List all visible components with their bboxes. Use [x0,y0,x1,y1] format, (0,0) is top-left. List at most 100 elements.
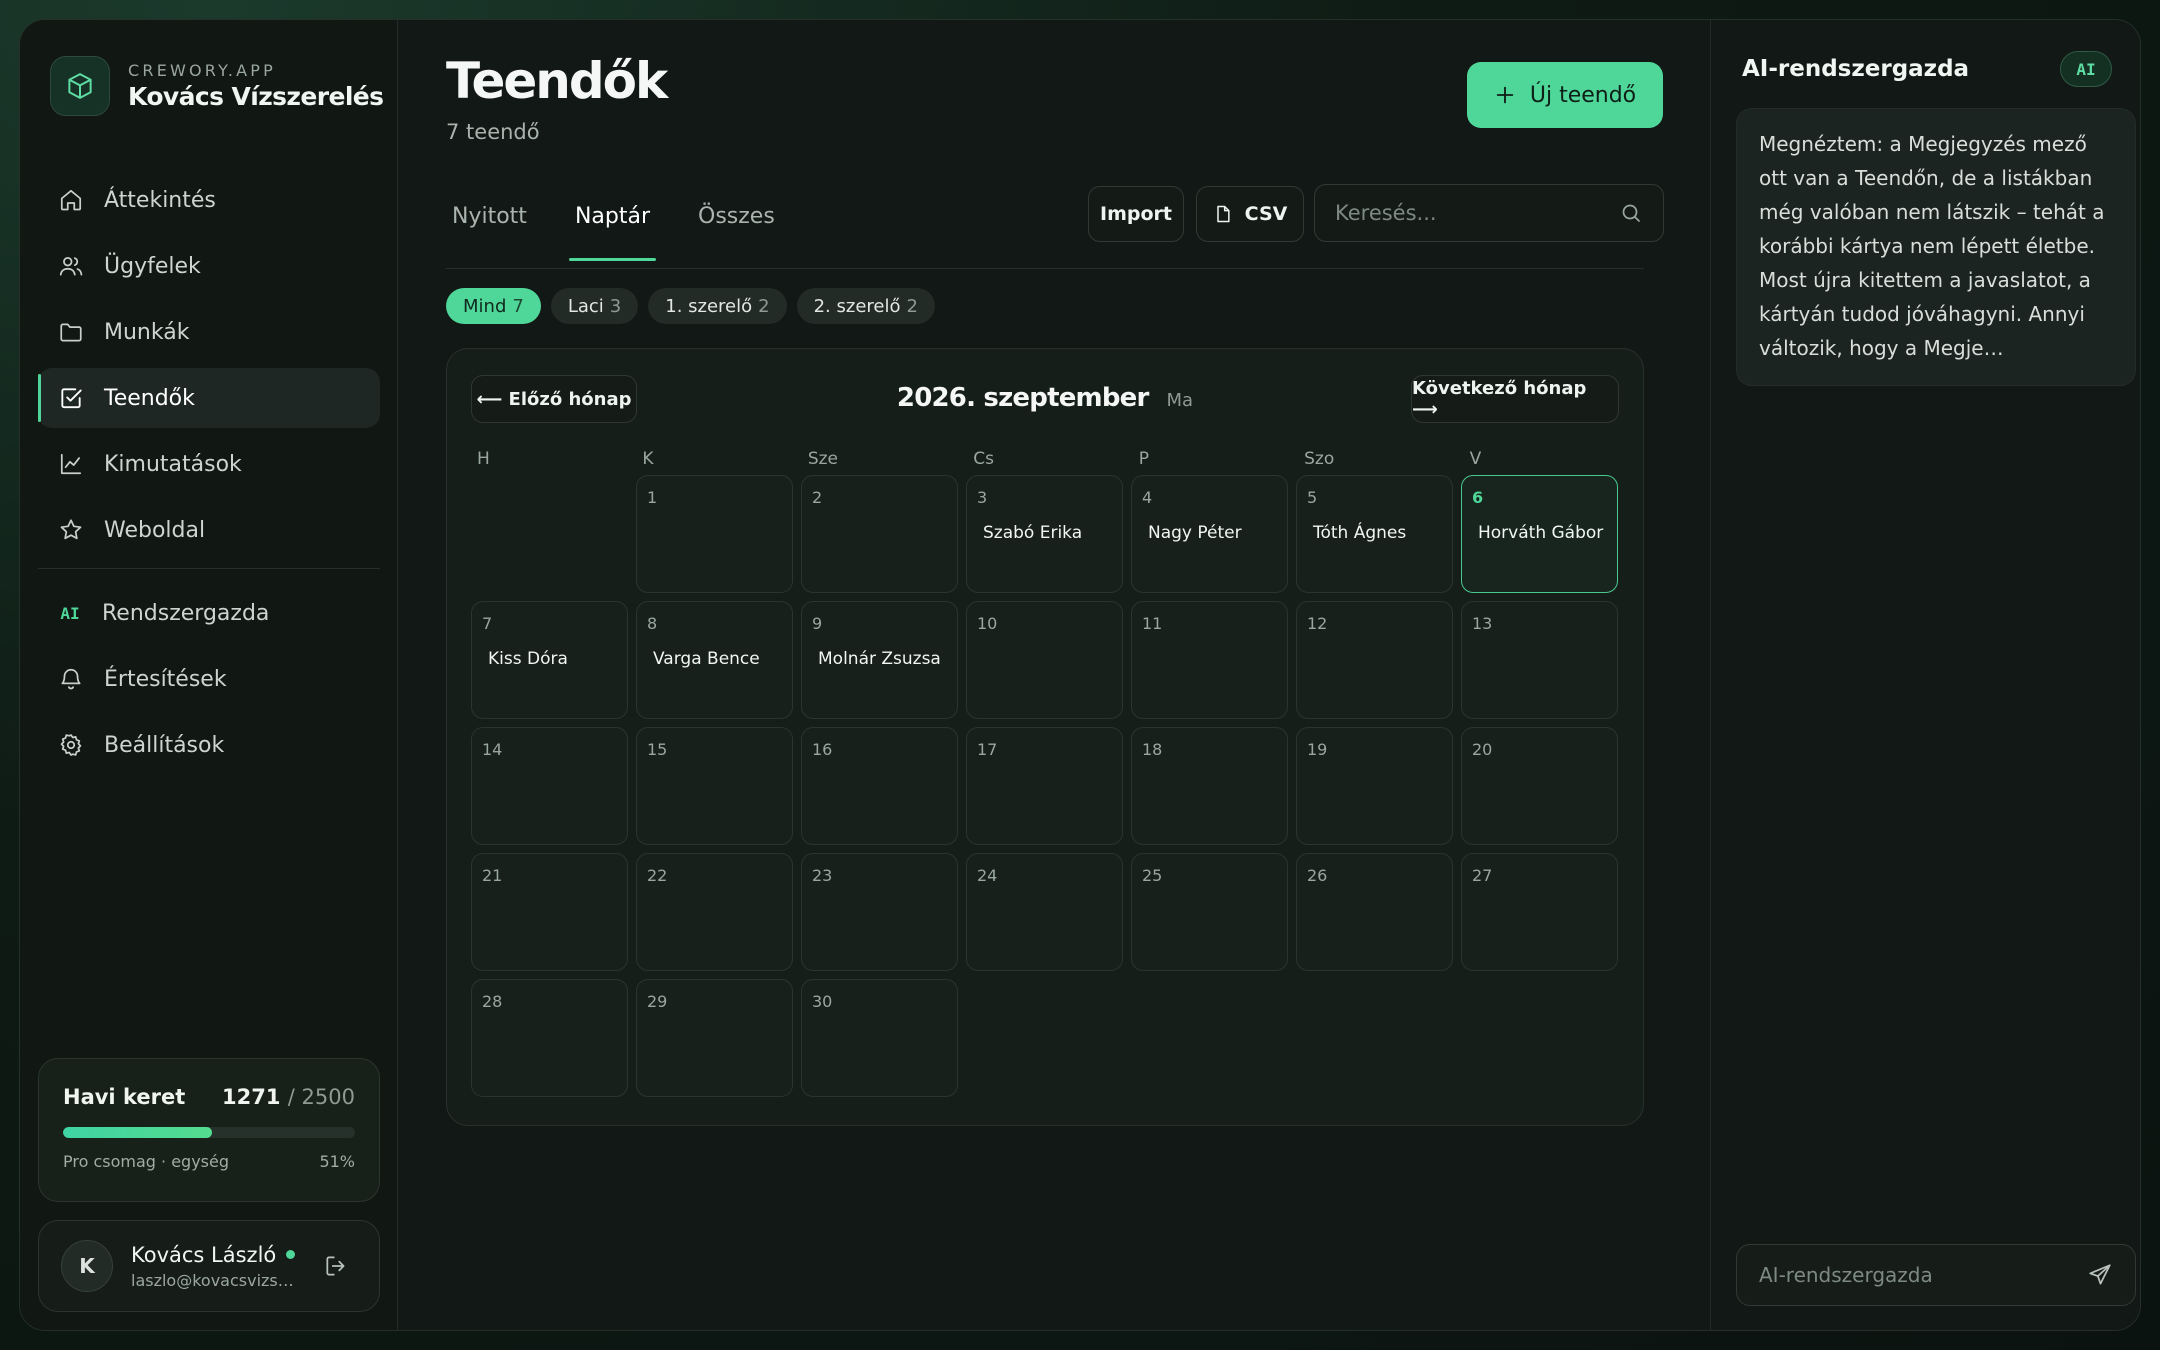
bell-icon [61,668,81,690]
tab-nyitott[interactable]: Nyitott [446,204,533,261]
filter-chip-laci[interactable]: Laci 3 [550,288,639,324]
quota-count: 1271 / 2500 [222,1085,355,1109]
calendar-day[interactable]: 28 [471,979,628,1097]
calendar-day[interactable]: 22 [636,853,793,971]
calendar-day[interactable]: 13 [1461,601,1618,719]
calendar-day[interactable]: 10 [966,601,1123,719]
day-number: 29 [647,992,668,1011]
ai-panel-title: AI-rendszergazda [1742,56,1970,82]
day-number: 3 [977,488,988,507]
home-icon [60,189,82,211]
user-card[interactable]: K Kovács László laszlo@kovacsvizsz... [38,1220,380,1312]
calendar-day[interactable]: 26 [1296,853,1453,971]
day-number: 13 [1472,614,1493,633]
import-button[interactable]: Import [1088,186,1184,242]
chip-label: 2. szerelő [813,295,901,317]
day-number: 21 [482,866,503,885]
logout-icon[interactable] [323,1253,349,1279]
search-icon[interactable] [1619,201,1643,225]
send-icon[interactable] [2087,1262,2113,1288]
tabs-divider [446,268,1644,269]
calendar-day[interactable]: 29 [636,979,793,1097]
calendar-day[interactable]: 20 [1461,727,1618,845]
folder-icon [60,323,82,342]
calendar-day[interactable]: 12 [1296,601,1453,719]
calendar-day[interactable]: 8 Varga Bence [636,601,793,719]
calendar-event[interactable]: Nagy Péter [1142,523,1277,543]
calendar-day[interactable]: 2 [801,475,958,593]
sidebar-item-label: Beállítások [104,732,225,758]
weekday-label: Sze [807,449,839,469]
calendar-event[interactable]: Szabó Erika [977,523,1112,543]
calendar-event[interactable]: Horváth Gábor [1472,523,1607,543]
sidebar-item-ugyfelek[interactable]: Ügyfelek [38,236,380,296]
day-number: 8 [647,614,658,633]
calendar-day[interactable]: 19 [1296,727,1453,845]
next-month-button[interactable]: Következő hónap ⟶ [1411,375,1619,423]
weekday-label: Szo [1304,449,1335,469]
tab-osszes[interactable]: Összes [692,204,781,261]
sidebar: CREWORY.APP Kovács Vízszerelés Áttekinté… [20,20,398,1330]
assignee-filters: Mind 7 Laci 3 1. szerelő 2 2. szerelő 2 [446,288,935,324]
calendar-day[interactable]: 18 [1131,727,1288,845]
calendar-day[interactable]: 7 Kiss Dóra [471,601,628,719]
sidebar-item-label: Áttekintés [104,187,216,213]
day-number: 9 [812,614,823,633]
file-icon [1216,205,1230,223]
app-window: CREWORY.APP Kovács Vízszerelés Áttekinté… [19,19,2141,1331]
day-number: 6 [1472,488,1484,507]
calendar-event[interactable]: Molnár Zsuzsa [812,649,947,669]
new-task-button[interactable]: Új teendő [1467,62,1663,128]
calendar-day[interactable]: 21 [471,853,628,971]
calendar-day[interactable]: 24 [966,853,1123,971]
calendar-event[interactable]: Varga Bence [647,649,782,669]
ai-chat-input[interactable] [1759,1263,2087,1287]
calendar-day[interactable]: 14 [471,727,628,845]
sidebar-item-kimutatasok[interactable]: Kimutatások [38,434,380,494]
brand[interactable]: CREWORY.APP Kovács Vízszerelés [50,56,384,116]
search-input[interactable] [1335,201,1619,225]
calendar-day[interactable]: 3 Szabó Erika [966,475,1123,593]
calendar-day-today[interactable]: 6 Horváth Gábor [1461,475,1618,593]
calendar-day[interactable]: 25 [1131,853,1288,971]
sidebar-item-beallitasok[interactable]: Beállítások [38,715,380,775]
filter-chip-mind[interactable]: Mind 7 [446,288,541,324]
calendar-day[interactable]: 23 [801,853,958,971]
calendar-day[interactable]: 1 [636,475,793,593]
day-number: 24 [977,866,998,885]
calendar-day[interactable]: 15 [636,727,793,845]
calendar-day[interactable]: 16 [801,727,958,845]
calendar-day[interactable]: 17 [966,727,1123,845]
sidebar-item-weboldal[interactable]: Weboldal [38,500,380,560]
day-number: 25 [1142,866,1163,885]
sidebar-item-attekintes[interactable]: Áttekintés [38,170,380,230]
calendar-day[interactable]: 9 Molnár Zsuzsa [801,601,958,719]
day-number: 4 [1142,488,1153,507]
day-number: 10 [977,614,998,633]
weekday-header: H K Sze Cs P Szo V [471,449,1621,469]
csv-button[interactable]: CSV [1196,186,1304,242]
sidebar-item-teendok[interactable]: Teendők [38,368,380,428]
page-title: Teendők [446,52,668,110]
filter-chip-szerelo-1[interactable]: 1. szerelő 2 [648,288,787,324]
tab-naptar[interactable]: Naptár [568,204,657,261]
sidebar-item-rendszergazda[interactable]: AI Rendszergazda [38,583,380,643]
calendar-day[interactable]: 30 [801,979,958,1097]
chip-count: 3 [609,295,622,317]
sidebar-item-munkak[interactable]: Munkák [38,302,380,362]
day-number: 11 [1142,614,1163,633]
today-button[interactable]: Ma [1167,390,1194,411]
calendar-day[interactable]: 11 [1131,601,1288,719]
quota-title: Havi keret [63,1085,186,1109]
calendar-event[interactable]: Kiss Dóra [482,649,617,669]
filter-chip-szerelo-2[interactable]: 2. szerelő 2 [796,288,935,324]
quota-total: / 2500 [287,1085,355,1109]
calendar-event[interactable]: Tóth Ágnes [1307,523,1442,543]
sidebar-item-ertesitesek[interactable]: Értesítések [38,649,380,709]
calendar-day[interactable]: 5 Tóth Ágnes [1296,475,1453,593]
calendar-day[interactable]: 27 [1461,853,1618,971]
csv-label: CSV [1244,203,1288,225]
import-label: Import [1100,203,1172,225]
calendar-day[interactable]: 4 Nagy Péter [1131,475,1288,593]
day-number: 30 [812,992,833,1011]
